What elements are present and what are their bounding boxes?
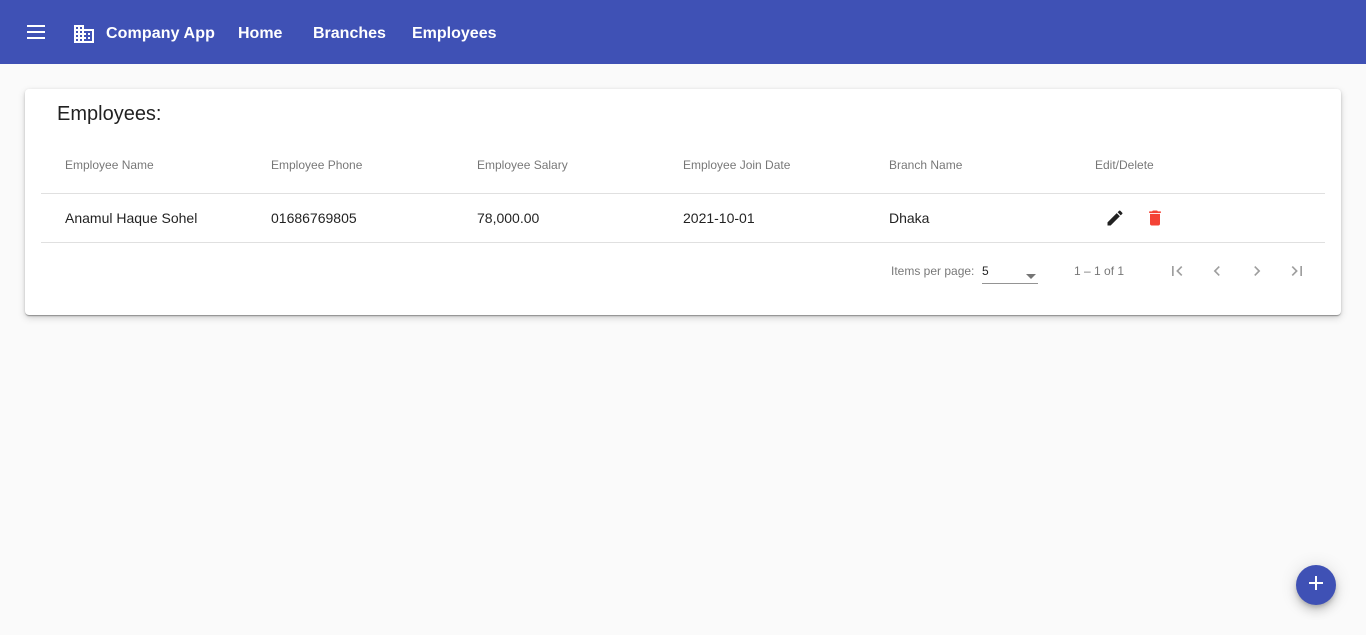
column-header-name: Employee Name bbox=[65, 158, 154, 172]
items-per-page-label: Items per page: bbox=[891, 264, 975, 278]
cell-employee-name: Anamul Haque Sohel bbox=[65, 210, 198, 226]
page-title: Employees: bbox=[57, 103, 162, 125]
nav-employees[interactable]: Employees bbox=[412, 25, 496, 43]
paginator: Items per page: 5 1 – 1 of 1 bbox=[25, 243, 1341, 299]
nav-branches[interactable]: Branches bbox=[313, 25, 386, 43]
last-page-icon[interactable] bbox=[1283, 257, 1311, 285]
column-header-actions: Edit/Delete bbox=[1095, 158, 1154, 172]
table-row: Anamul Haque Sohel 01686769805 78,000.00… bbox=[41, 194, 1325, 243]
cell-employee-phone: 01686769805 bbox=[271, 210, 357, 226]
first-page-icon[interactable] bbox=[1163, 257, 1191, 285]
cell-branch-name: Dhaka bbox=[889, 210, 930, 226]
plus-icon bbox=[1308, 575, 1324, 596]
trash-icon[interactable] bbox=[1143, 206, 1167, 230]
app-toolbar: Company App Home Branches Employees bbox=[0, 0, 1366, 64]
menu-icon[interactable] bbox=[20, 20, 52, 44]
page-range-label: 1 – 1 of 1 bbox=[1074, 264, 1125, 278]
building-icon bbox=[72, 22, 96, 46]
brand[interactable]: Company App bbox=[72, 22, 215, 46]
next-page-icon[interactable] bbox=[1243, 257, 1271, 285]
column-header-salary: Employee Salary bbox=[477, 158, 568, 172]
column-header-join-date: Employee Join Date bbox=[683, 158, 791, 172]
column-header-phone: Employee Phone bbox=[271, 158, 363, 172]
page-size-value: 5 bbox=[982, 264, 989, 278]
cell-join-date: 2021-10-01 bbox=[683, 210, 755, 226]
table-header: Employee Name Employee Phone Employee Sa… bbox=[41, 145, 1325, 194]
employees-card: Employees: Employee Name Employee Phone … bbox=[25, 89, 1341, 315]
nav-home[interactable]: Home bbox=[238, 25, 282, 43]
column-header-branch: Branch Name bbox=[889, 158, 963, 172]
pencil-icon[interactable] bbox=[1103, 206, 1127, 230]
employees-table: Employee Name Employee Phone Employee Sa… bbox=[41, 145, 1325, 243]
cell-employee-salary: 78,000.00 bbox=[477, 210, 540, 226]
dropdown-arrow-icon bbox=[1026, 268, 1036, 282]
add-employee-button[interactable] bbox=[1296, 565, 1336, 605]
page-size-select[interactable]: 5 bbox=[982, 258, 1038, 284]
app-title: Company App bbox=[106, 25, 215, 42]
previous-page-icon[interactable] bbox=[1203, 257, 1231, 285]
